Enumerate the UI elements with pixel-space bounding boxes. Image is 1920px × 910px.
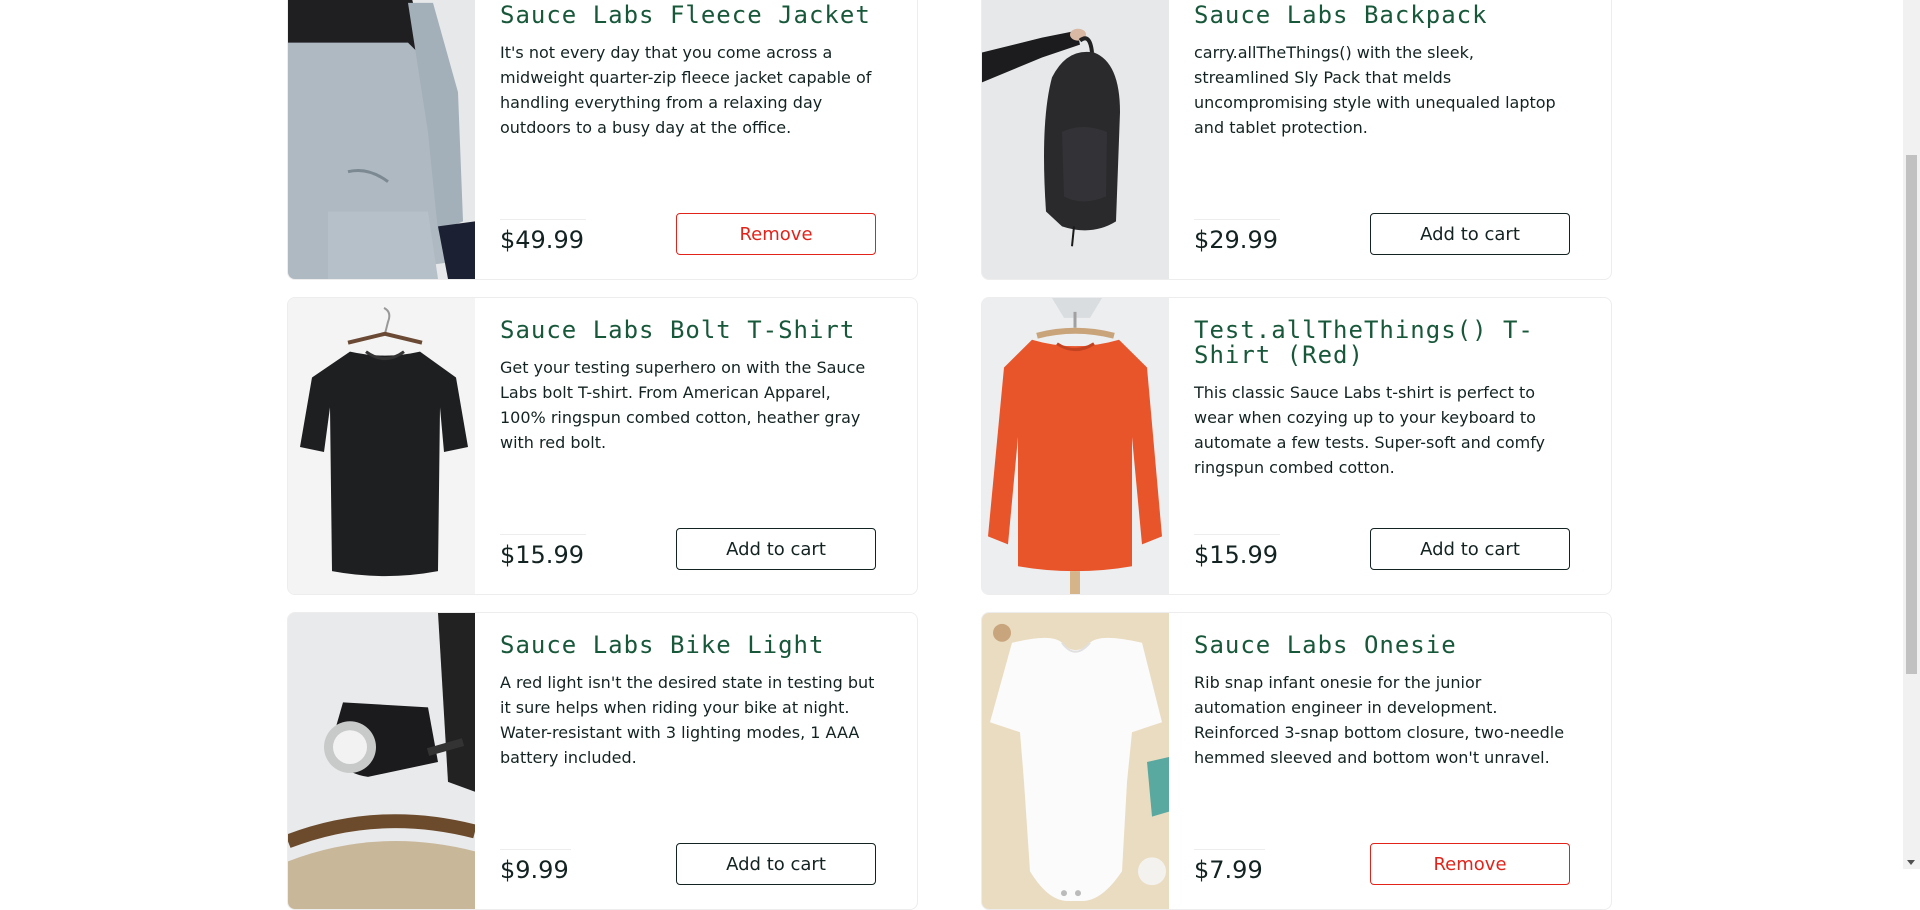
remove-button[interactable]: Remove (1370, 843, 1570, 885)
pricebar: $29.99 Add to cart (1194, 213, 1570, 255)
item-description: A red light isn't the desired state in t… (500, 673, 875, 767)
scroll-down-arrow-icon[interactable] (1907, 860, 1915, 865)
item-description: carry.allTheThings() with the sleek, str… (1194, 43, 1556, 137)
item-image-red-shirt[interactable] (982, 298, 1169, 594)
item-image-bolt-tshirt[interactable] (288, 298, 475, 594)
add-to-cart-button[interactable]: Add to cart (1370, 528, 1570, 570)
item-name[interactable]: Sauce Labs Bike Light (500, 633, 876, 658)
item-description: This classic Sauce Labs t-shirt is perfe… (1194, 383, 1546, 477)
inventory-item: Sauce Labs Bike Light A red light isn't … (287, 612, 918, 910)
pricebar: $9.99 Add to cart (500, 843, 876, 885)
add-to-cart-button[interactable]: Add to cart (1370, 213, 1570, 255)
item-name[interactable]: Sauce Labs Onesie (1194, 633, 1570, 658)
item-price: $15.99 (1194, 533, 1280, 567)
item-image-fleece-jacket[interactable] (288, 0, 475, 279)
item-price: $9.99 (500, 848, 571, 882)
pricebar: $7.99 Remove (1194, 843, 1570, 885)
item-image-backpack[interactable] (982, 0, 1169, 279)
item-description: Get your testing superhero on with the S… (500, 358, 866, 452)
add-to-cart-button[interactable]: Add to cart (676, 843, 876, 885)
item-price: $49.99 (500, 218, 586, 252)
remove-button[interactable]: Remove (676, 213, 876, 255)
item-name[interactable]: Test.allTheThings() T-Shirt (Red) (1194, 318, 1570, 368)
item-description: It's not every day that you come across … (500, 43, 872, 137)
inventory-list: Sauce Labs Fleece Jacket It's not every … (287, 0, 1612, 910)
item-image-bike-light[interactable] (288, 613, 475, 909)
add-to-cart-button[interactable]: Add to cart (676, 528, 876, 570)
inventory-item: Sauce Labs Bolt T-Shirt Get your testing… (287, 297, 918, 595)
item-price: $29.99 (1194, 218, 1280, 252)
scrollbar-thumb[interactable] (1906, 155, 1917, 674)
inventory-item: Test.allTheThings() T-Shirt (Red) This c… (981, 297, 1612, 595)
item-name[interactable]: Sauce Labs Backpack (1194, 3, 1570, 28)
inventory-item: Sauce Labs Onesie Rib snap infant onesie… (981, 612, 1612, 910)
item-price: $7.99 (1194, 848, 1265, 882)
vertical-scrollbar[interactable] (1903, 0, 1920, 869)
pricebar: $49.99 Remove (500, 213, 876, 255)
item-price: $15.99 (500, 533, 586, 567)
inventory-item: Sauce Labs Fleece Jacket It's not every … (287, 0, 918, 280)
item-name[interactable]: Sauce Labs Bolt T-Shirt (500, 318, 876, 343)
pricebar: $15.99 Add to cart (500, 528, 876, 570)
item-description: Rib snap infant onesie for the junior au… (1194, 673, 1565, 767)
pricebar: $15.99 Add to cart (1194, 528, 1570, 570)
inventory-item: Sauce Labs Backpack carry.allTheThings()… (981, 0, 1612, 280)
item-image-onesie[interactable] (982, 613, 1169, 909)
item-name[interactable]: Sauce Labs Fleece Jacket (500, 3, 876, 28)
